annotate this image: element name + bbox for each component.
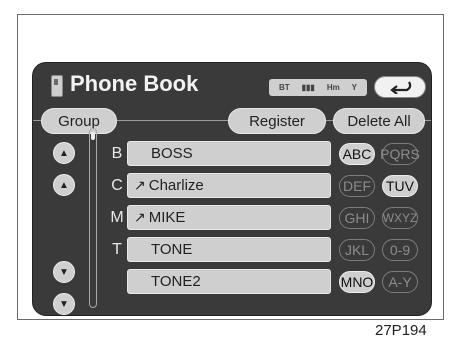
back-arrow-icon (390, 81, 412, 94)
back-button[interactable] (374, 76, 426, 98)
scroll-down-button[interactable]: ▼ (53, 261, 75, 283)
key-jkl[interactable]: JKL (339, 239, 375, 261)
entry-name: TONE (151, 241, 193, 258)
signal-icon: Y (351, 83, 358, 92)
index-letter: C (111, 177, 123, 194)
list-item[interactable]: ↗ MIKE (127, 205, 331, 230)
scrollbar-thumb[interactable] (91, 132, 95, 140)
list-item[interactable]: ↗ Charlize (127, 173, 331, 198)
phone-book-screen: Phone Book BT ▮▮▮ Hm Y Group Register De… (32, 62, 432, 316)
list-item[interactable]: TONE2 (127, 269, 331, 294)
list-item[interactable]: TONE (127, 237, 331, 262)
double-down-icon: ▼ (59, 298, 69, 310)
figure-frame: Phone Book BT ▮▮▮ Hm Y Group Register De… (17, 14, 444, 320)
arrow-icon: ↗ (134, 177, 146, 193)
page-title: Phone Book (70, 71, 199, 96)
index-letter: M (110, 209, 124, 226)
down-icon: ▼ (59, 266, 69, 278)
key-abc[interactable]: ABC (339, 143, 375, 165)
arrow-icon: ↗ (134, 209, 146, 225)
key-0-9[interactable]: 0-9 (382, 239, 418, 261)
key-tuv[interactable]: TUV (382, 175, 418, 197)
entry-name: BOSS (151, 145, 193, 162)
index-letter: B (111, 145, 123, 162)
scrollbar[interactable] (89, 128, 97, 308)
key-def[interactable]: DEF (339, 175, 375, 197)
page-up-button[interactable]: ▲ (53, 142, 75, 164)
register-button[interactable]: Register (228, 108, 326, 134)
page-down-button[interactable]: ▼ (53, 293, 75, 315)
group-button[interactable]: Group (41, 108, 117, 134)
entry-name: Charlize (148, 177, 204, 194)
battery-icon: ▮▮▮ (301, 83, 315, 92)
bluetooth-status: BT (278, 83, 290, 92)
double-up-icon: ▲ (59, 147, 69, 159)
delete-all-button[interactable]: Delete All (333, 108, 425, 134)
key-mno[interactable]: MNO (339, 271, 375, 293)
index-letter: T (112, 241, 122, 258)
home-status: Hm (326, 83, 340, 92)
figure-caption: 27P194 (375, 322, 427, 339)
phone-icon (51, 75, 63, 97)
list-item[interactable]: BOSS (127, 141, 331, 166)
key-ghi[interactable]: GHI (339, 207, 375, 229)
entry-name: TONE2 (151, 273, 201, 290)
key-wxyz[interactable]: WXYZ (382, 207, 418, 229)
status-bar: BT ▮▮▮ Hm Y (269, 79, 367, 96)
up-icon: ▲ (59, 179, 69, 191)
scroll-up-button[interactable]: ▲ (53, 174, 75, 196)
entry-name: MIKE (148, 209, 186, 226)
key-a-y[interactable]: A-Y (382, 271, 418, 293)
key-pqrs[interactable]: PQRS (380, 143, 420, 165)
